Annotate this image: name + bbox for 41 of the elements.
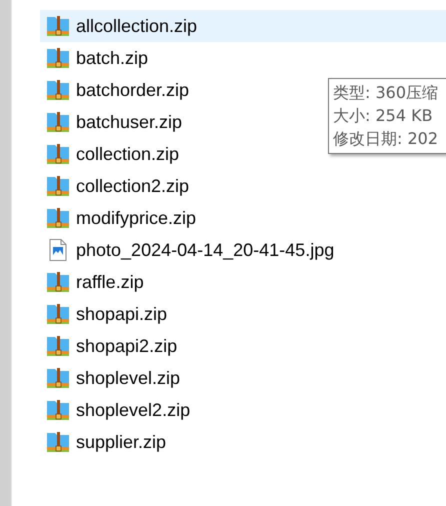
file-name: allcollection.zip (76, 14, 198, 38)
file-name: supplier.zip (76, 430, 166, 454)
file-name: batch.zip (76, 46, 148, 70)
file-item[interactable]: collection2.zip (40, 170, 446, 202)
file-item[interactable]: shopapi2.zip (40, 330, 446, 362)
zip-folder-icon (46, 78, 70, 102)
file-item[interactable]: shoplevel.zip (40, 362, 446, 394)
file-item[interactable]: shoplevel2.zip (40, 394, 446, 426)
tooltip-text: 类型: 360压缩 (333, 82, 440, 104)
file-name: shoplevel2.zip (76, 398, 190, 422)
file-name: collection.zip (76, 142, 180, 166)
file-item[interactable]: photo_2024-04-14_20-41-45.jpg (40, 234, 446, 266)
zip-folder-icon (46, 334, 70, 358)
file-item[interactable]: raffle.zip (40, 266, 446, 298)
file-item[interactable]: batch.zip (40, 42, 446, 74)
file-item[interactable]: modifyprice.zip (40, 202, 446, 234)
file-name: batchorder.zip (76, 78, 190, 102)
tooltip-text: 修改日期: 202 (333, 128, 440, 150)
zip-folder-icon (46, 398, 70, 422)
file-name: shopapi2.zip (76, 334, 178, 358)
zip-folder-icon (46, 366, 70, 390)
file-name: modifyprice.zip (76, 206, 196, 230)
file-name: batchuser.zip (76, 110, 182, 134)
zip-folder-icon (46, 270, 70, 294)
file-name: shoplevel.zip (76, 366, 180, 390)
file-name: photo_2024-04-14_20-41-45.jpg (76, 238, 334, 262)
zip-folder-icon (46, 46, 70, 70)
file-item[interactable]: shopapi.zip (40, 298, 446, 330)
file-item[interactable]: allcollection.zip (40, 10, 446, 42)
file-name: shopapi.zip (76, 302, 168, 326)
zip-folder-icon (46, 14, 70, 38)
file-name: raffle.zip (76, 270, 144, 294)
zip-folder-icon (46, 174, 70, 198)
zip-folder-icon (46, 142, 70, 166)
file-item[interactable]: supplier.zip (40, 426, 446, 458)
zip-folder-icon (46, 430, 70, 454)
zip-folder-icon (46, 302, 70, 326)
zip-folder-icon (46, 206, 70, 230)
zip-folder-icon (46, 110, 70, 134)
file-name: collection2.zip (76, 174, 190, 198)
tooltip-text: 大小: 254 KB (333, 105, 434, 127)
